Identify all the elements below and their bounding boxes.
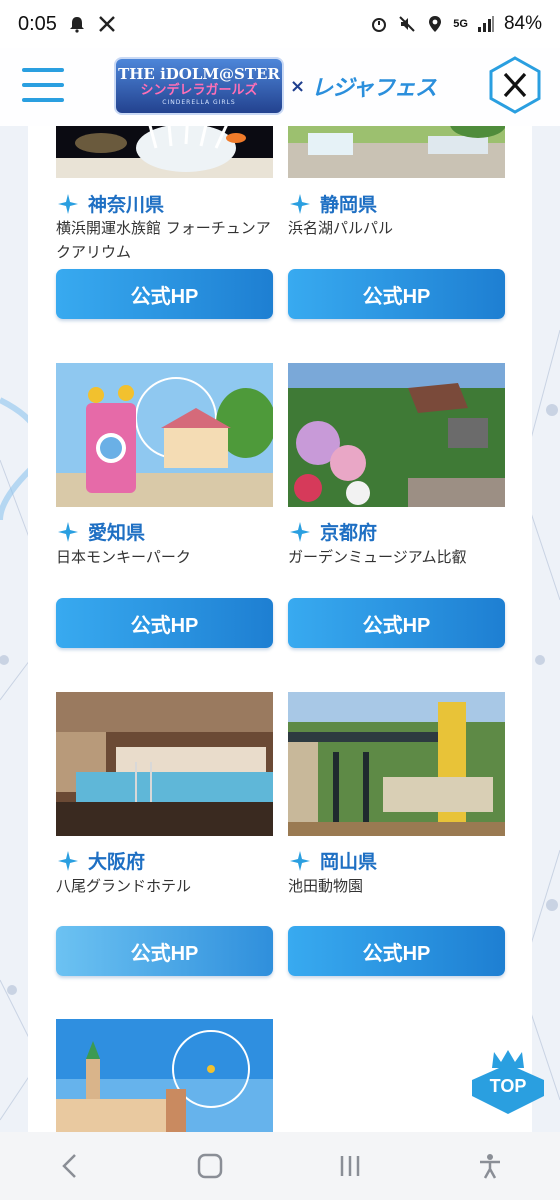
ferris-wheel-park-image	[288, 126, 505, 178]
venue-2-image[interactable]	[288, 126, 505, 178]
prefecture-label: 愛知県	[88, 522, 146, 544]
venue-7-image[interactable]	[56, 1019, 273, 1134]
zoo-entrance-image	[288, 692, 505, 836]
venue-6-prefecture: 岡山県	[290, 847, 377, 874]
collab-logo[interactable]: THE iDOLM@STER シンデレラガールズ CINDERELLA GIRL…	[114, 56, 437, 116]
venue-6-official-hp-button[interactable]: 公式HP	[288, 926, 505, 976]
carousel-park-image	[56, 363, 273, 507]
recents-nav-button[interactable]	[320, 1146, 380, 1186]
logo-subtitle: シンデレラガールズ	[140, 82, 258, 98]
x-share-button[interactable]	[486, 56, 544, 114]
venue-2-official-hp-button[interactable]: 公式HP	[288, 269, 505, 319]
back-chevron-icon	[62, 1154, 76, 1178]
location-icon	[425, 14, 445, 34]
venue-4-prefecture: 京都府	[290, 518, 377, 545]
leisure-fes-logo: レジャフェス	[311, 76, 437, 101]
system-navigation-bar	[0, 1132, 560, 1200]
venue-1-official-hp-button[interactable]: 公式HP	[56, 269, 273, 319]
venue-list-panel: 神奈川県 横浜開運水族館 フォーチュンアクアリウム 公式HP 静岡県 浜名湖パル…	[28, 126, 532, 1134]
battery-level: 84%	[503, 13, 542, 34]
top-button-label: TOP	[489, 1076, 527, 1096]
hamburger-menu-icon[interactable]	[22, 68, 64, 102]
venue-1-image[interactable]	[56, 126, 273, 178]
venue-1-name: 横浜開運水族館 フォーチュンアクアリウム	[56, 219, 271, 261]
site-header: THE iDOLM@STER シンデレラガールズ CINDERELLA GIRL…	[0, 48, 560, 126]
collab-cross: ×	[290, 75, 306, 97]
mute-icon	[397, 14, 417, 34]
alarm-icon	[369, 14, 389, 34]
logo-english: CINDERELLA GIRLS	[162, 98, 236, 106]
venue-3-official-hp-button[interactable]: 公式HP	[56, 598, 273, 648]
sparkle-icon	[290, 521, 310, 542]
idolmaster-logo: THE iDOLM@STER シンデレラガールズ CINDERELLA GIRL…	[114, 57, 284, 115]
status-bar: 0:05 5G 84%	[0, 0, 560, 48]
logo-title: THE iDOLM@STER	[118, 64, 280, 83]
prefecture-label: 岡山県	[320, 851, 378, 873]
sparkle-icon	[290, 850, 310, 871]
sparkle-icon	[58, 521, 78, 542]
venue-2-name: 浜名湖パルパル	[288, 219, 394, 237]
venue-2-prefecture: 静岡県	[290, 190, 377, 217]
home-nav-button[interactable]	[180, 1146, 240, 1186]
recents-bars-icon	[340, 1156, 360, 1176]
prefecture-label: 京都府	[320, 522, 378, 544]
network-type-label: 5G	[453, 17, 468, 30]
notification-bell-icon	[67, 14, 87, 34]
castle-ferris-wheel-image	[56, 1019, 273, 1134]
sparkle-icon	[290, 193, 310, 214]
x-logo-icon	[489, 56, 541, 114]
venue-5-prefecture: 大阪府	[58, 847, 145, 874]
venue-6-image[interactable]	[288, 692, 505, 836]
venue-3-image[interactable]	[56, 363, 273, 507]
venue-6-name: 池田動物園	[288, 877, 364, 895]
venue-4-name: ガーデンミュージアム比叡	[288, 548, 467, 566]
venue-1-prefecture: 神奈川県	[58, 190, 164, 217]
flower-garden-image	[288, 363, 505, 507]
accessibility-nav-button[interactable]	[460, 1146, 520, 1186]
venue-5-image[interactable]	[56, 692, 273, 836]
home-square-icon	[197, 1153, 223, 1179]
aquarium-anemone-image	[56, 126, 273, 178]
sparkle-icon	[58, 850, 78, 871]
venue-3-prefecture: 愛知県	[58, 518, 145, 545]
accessibility-person-icon	[480, 1154, 500, 1179]
clock-time: 0:05	[18, 12, 57, 35]
sparkle-icon	[58, 193, 78, 214]
back-nav-button[interactable]	[40, 1146, 100, 1186]
prefecture-label: 大阪府	[88, 851, 146, 873]
signal-strength-icon	[476, 14, 496, 34]
x-app-notification-icon	[97, 14, 117, 34]
venue-4-official-hp-button[interactable]: 公式HP	[288, 598, 505, 648]
hotel-bath-image	[56, 692, 273, 836]
venue-5-official-hp-button[interactable]: 公式HP	[56, 926, 273, 976]
prefecture-label: 静岡県	[320, 194, 378, 216]
venue-4-image[interactable]	[288, 363, 505, 507]
venue-3-name: 日本モンキーパーク	[56, 548, 191, 566]
prefecture-label: 神奈川県	[88, 194, 165, 216]
venue-5-name: 八尾グランドホテル	[56, 877, 192, 895]
scroll-to-top-button[interactable]: TOP	[468, 1046, 548, 1118]
